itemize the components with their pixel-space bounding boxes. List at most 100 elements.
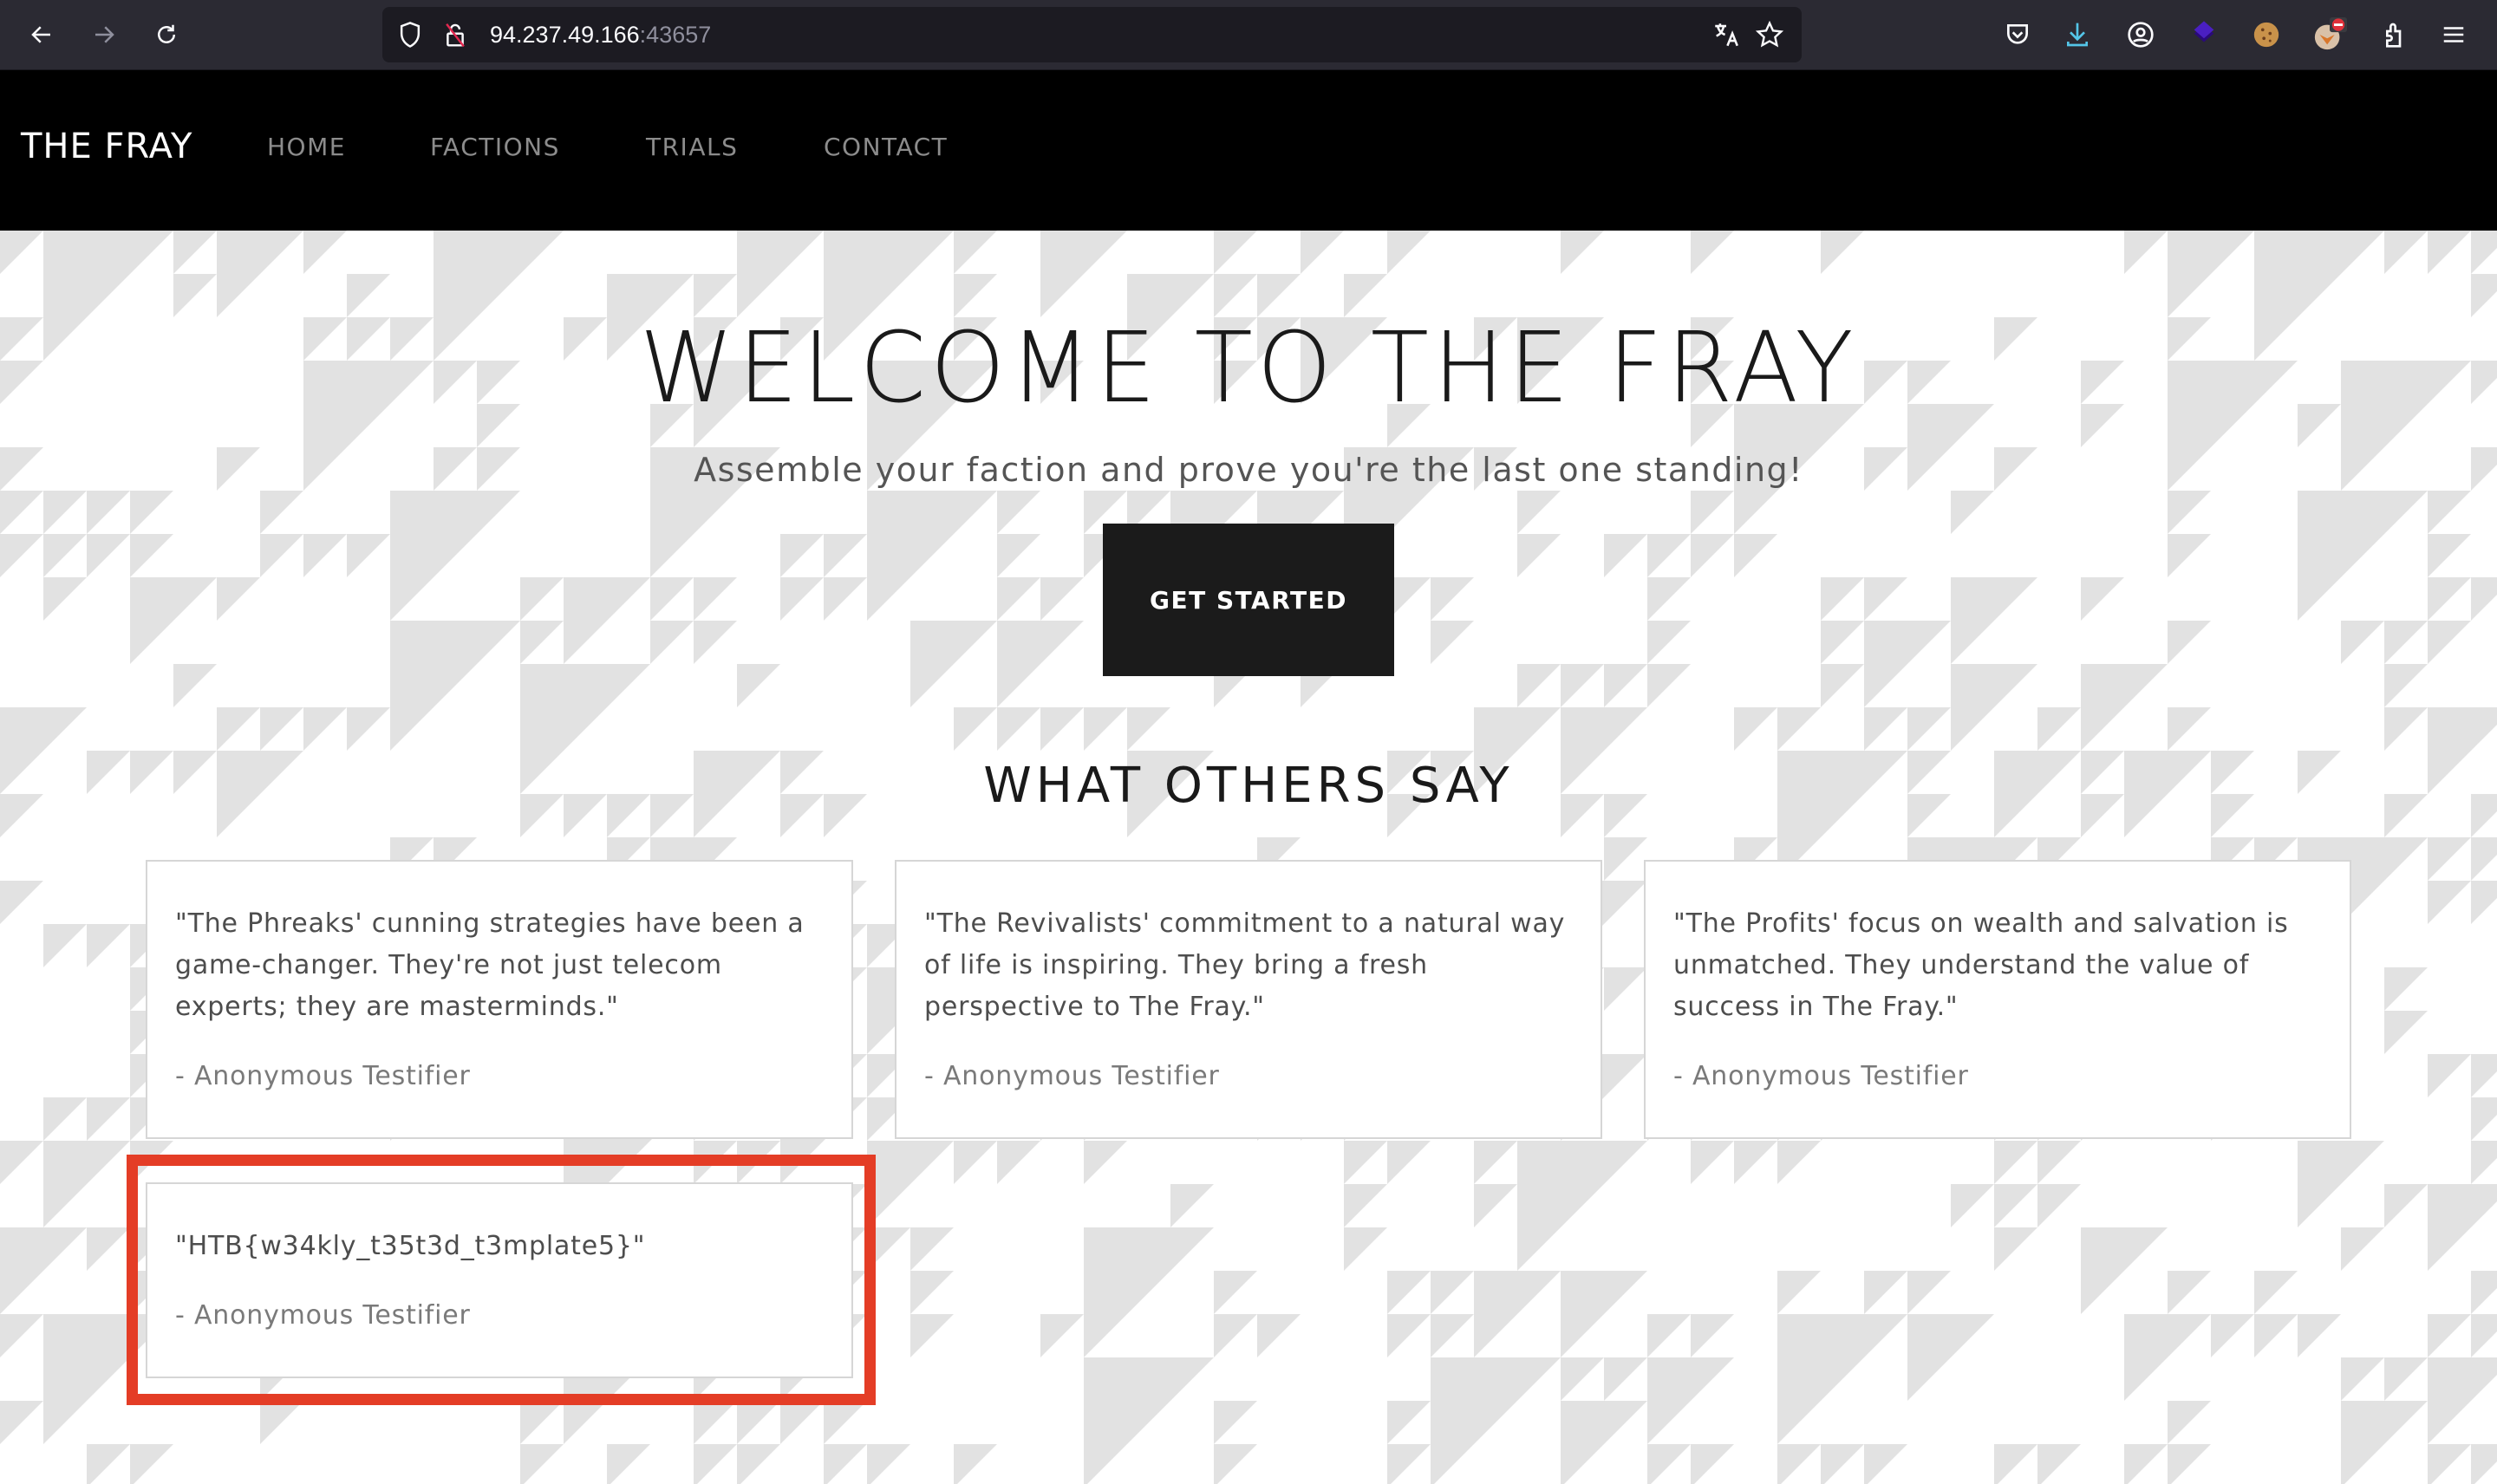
pattern-triangle	[2428, 1184, 2497, 1271]
get-started-button[interactable]: GET STARTED	[1103, 524, 1394, 676]
pattern-triangle	[2254, 1271, 2298, 1314]
brand-logo[interactable]: THE FRAY	[21, 126, 192, 167]
pattern-triangle	[1344, 1184, 1387, 1227]
pattern-triangle	[1864, 707, 1907, 751]
pattern-triangle	[737, 664, 780, 707]
pattern-triangle	[2124, 231, 2168, 274]
insecure-lock-icon[interactable]	[438, 17, 473, 52]
tracking-shield-icon[interactable]	[393, 17, 427, 52]
pattern-triangle	[43, 491, 87, 534]
pattern-triangle	[2428, 621, 2471, 664]
pattern-triangle	[2168, 231, 2254, 317]
downloads-button[interactable]	[2058, 16, 2096, 54]
address-bar[interactable]: 94.237.49.166:43657	[382, 7, 1802, 62]
pattern-triangle	[2428, 1444, 2471, 1484]
pattern-triangle	[1474, 1271, 1561, 1357]
pattern-triangle	[2428, 1314, 2471, 1357]
pattern-triangle	[130, 534, 173, 577]
pattern-triangle	[2168, 1271, 2211, 1314]
pattern-triangle	[1084, 707, 1127, 751]
app-menu-button[interactable]	[2435, 16, 2473, 54]
pattern-triangle	[2428, 881, 2471, 924]
pattern-triangle	[173, 231, 217, 274]
fox-extension-button[interactable]	[2311, 16, 2349, 54]
cookie-extension-icon	[2253, 22, 2279, 48]
pattern-triangle	[997, 491, 1040, 534]
pattern-triangle	[2428, 1054, 2471, 1097]
pocket-button[interactable]	[1998, 16, 2037, 54]
pattern-triangle	[694, 621, 737, 664]
pattern-triangle	[780, 577, 824, 621]
account-button[interactable]	[2122, 16, 2160, 54]
url-text[interactable]: 94.237.49.166:43657	[490, 21, 711, 49]
nav-trials[interactable]: TRIALS	[646, 133, 738, 162]
forward-button[interactable]	[85, 16, 123, 54]
pattern-triangle	[2471, 1314, 2497, 1357]
browser-toolbar: 94.237.49.166:43657	[0, 0, 2497, 70]
pattern-triangle	[1691, 491, 1734, 534]
pattern-triangle	[607, 1444, 650, 1484]
pattern-triangle	[303, 707, 347, 751]
pattern-triangle	[1561, 231, 1604, 274]
pattern-triangle	[2384, 231, 2428, 274]
pattern-triangle	[2471, 1444, 2497, 1484]
testimonials-title: WHAT OTHERS SAY	[983, 758, 1514, 814]
pattern-triangle	[694, 577, 737, 621]
pattern-triangle	[2081, 577, 2124, 621]
nav-factions[interactable]: FACTIONS	[430, 133, 560, 162]
pattern-triangle	[997, 621, 1084, 707]
pattern-triangle	[1951, 577, 2037, 664]
pattern-triangle	[520, 1444, 564, 1484]
pattern-triangle	[1170, 1184, 1214, 1227]
pattern-triangle	[1951, 664, 2037, 751]
pattern-triangle	[2081, 664, 2168, 751]
pattern-triangle	[997, 707, 1040, 751]
pattern-triangle	[1431, 621, 1474, 664]
pattern-triangle	[2168, 1444, 2211, 1484]
pattern-triangle	[1517, 1141, 1647, 1271]
back-button[interactable]	[23, 16, 61, 54]
cookie-extension-button[interactable]	[2247, 16, 2285, 54]
reload-button[interactable]	[147, 16, 186, 54]
testimonial-quote: "The Phreaks' cunning strategies have be…	[175, 908, 805, 1022]
bookmark-star-icon[interactable]	[1752, 17, 1787, 52]
testimonial-author: - Anonymous Testifier	[175, 1300, 471, 1331]
pattern-triangle	[1561, 664, 1604, 707]
pattern-triangle	[824, 534, 867, 577]
pattern-triangle	[2254, 1314, 2298, 1357]
pattern-triangle	[737, 1401, 780, 1444]
pattern-triangle	[260, 1401, 303, 1444]
pattern-triangle	[1907, 1271, 1951, 1314]
pattern-triangle	[2471, 1097, 2497, 1141]
pattern-triangle	[954, 707, 997, 751]
pattern-triangle	[2298, 1141, 2384, 1227]
pattern-triangle	[1387, 1141, 1431, 1184]
pattern-triangle	[1084, 1141, 1127, 1184]
extensions-button[interactable]	[2374, 16, 2412, 54]
pattern-triangle	[1994, 1444, 2037, 1484]
pattern-triangle	[1604, 664, 1647, 707]
extension-layers-button[interactable]	[2185, 16, 2223, 54]
pattern-triangle	[1040, 707, 1084, 751]
pattern-triangle	[520, 577, 564, 621]
translate-icon[interactable]	[1709, 17, 1744, 52]
pattern-triangle	[43, 924, 87, 967]
pattern-triangle	[1474, 1141, 1517, 1184]
pattern-triangle	[2384, 967, 2428, 1011]
nav-home[interactable]: HOME	[267, 133, 346, 162]
pattern-triangle	[130, 1444, 173, 1484]
pattern-triangle	[260, 707, 303, 751]
testimonial-quote: "The Profits' focus on wealth and salvat…	[1673, 908, 2289, 1022]
pattern-triangle	[564, 577, 650, 664]
pattern-triangle	[1864, 577, 1907, 621]
nav-contact[interactable]: CONTACT	[824, 133, 948, 162]
pattern-triangle	[1647, 664, 1691, 707]
pattern-triangle	[1994, 1227, 2037, 1271]
pattern-triangle	[43, 577, 87, 621]
pattern-triangle	[997, 577, 1040, 621]
pattern-triangle	[0, 1141, 43, 1184]
pattern-triangle	[780, 534, 824, 577]
pattern-triangle	[2471, 274, 2497, 317]
pattern-triangle	[1777, 1141, 1821, 1184]
pattern-triangle	[2384, 707, 2428, 751]
